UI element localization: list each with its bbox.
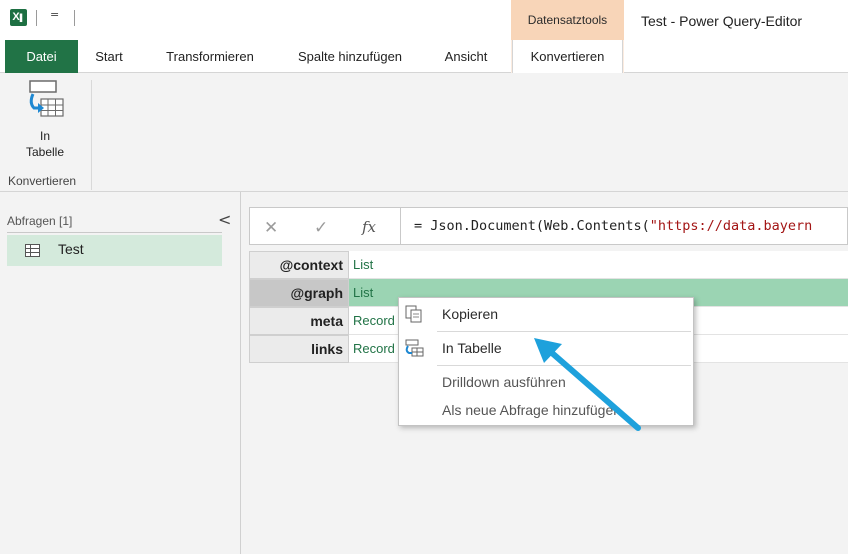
formula-prefix: = Json.Document(Web.Contents( [414, 218, 650, 234]
tab-start[interactable]: Start [86, 40, 132, 73]
formula-url-string: "https://data.bayern [649, 218, 813, 234]
fx-icon[interactable]: fx [362, 218, 376, 236]
to-table-icon [29, 80, 64, 117]
tab-add-column[interactable]: Spalte hinzufügen [284, 40, 416, 73]
ribbon-group-separator [91, 80, 92, 190]
record-row-context[interactable]: @context List [249, 251, 848, 279]
ribbon-group-label: Konvertieren [8, 174, 77, 188]
menu-item-label: Kopieren [442, 306, 499, 322]
record-key: links [249, 335, 349, 363]
excel-icon[interactable]: X▌ [10, 9, 27, 26]
tab-convert[interactable]: Konvertieren [512, 40, 623, 74]
to-table-icon [405, 339, 424, 357]
queries-header: Abfragen [1] [7, 214, 73, 228]
ribbon [0, 73, 848, 192]
query-item-label: Test [58, 241, 84, 257]
qat-separator [74, 10, 75, 26]
formula-input[interactable]: = Json.Document(Web.Contents("https://da… [400, 207, 848, 245]
context-tab-group-text: Datensatztools [527, 13, 608, 27]
qat-customize-icon[interactable]: = [50, 8, 59, 21]
cancel-icon[interactable]: ✕ [264, 218, 278, 238]
tab-view[interactable]: Ansicht [434, 40, 498, 73]
menu-item-copy[interactable]: Kopieren [399, 299, 693, 329]
context-tab-group-label: Datensatztools [511, 0, 624, 40]
annotation-arrow-icon [534, 338, 641, 431]
query-item-test[interactable]: Test [7, 235, 222, 266]
qat-separator [36, 10, 37, 26]
confirm-icon[interactable]: ✓ [314, 218, 328, 238]
menu-item-label: In Tabelle [442, 340, 502, 356]
queries-divider [7, 232, 222, 233]
to-table-button[interactable]: In Tabelle [5, 78, 85, 170]
menu-separator [437, 331, 691, 332]
collapse-pane-icon[interactable]: < [218, 210, 231, 229]
to-table-label-line2: Tabelle [25, 145, 65, 159]
window-title: Test - Power Query-Editor [641, 13, 803, 29]
copy-icon [405, 305, 422, 323]
tab-file[interactable]: Datei [5, 40, 78, 73]
tab-transform[interactable]: Transformieren [152, 40, 268, 73]
table-icon [25, 244, 40, 257]
record-key: meta [249, 307, 349, 335]
to-table-label-line1: In [39, 129, 50, 143]
record-value-link[interactable]: List [349, 251, 848, 279]
record-key: @graph [249, 279, 349, 307]
record-key: @context [249, 251, 349, 279]
